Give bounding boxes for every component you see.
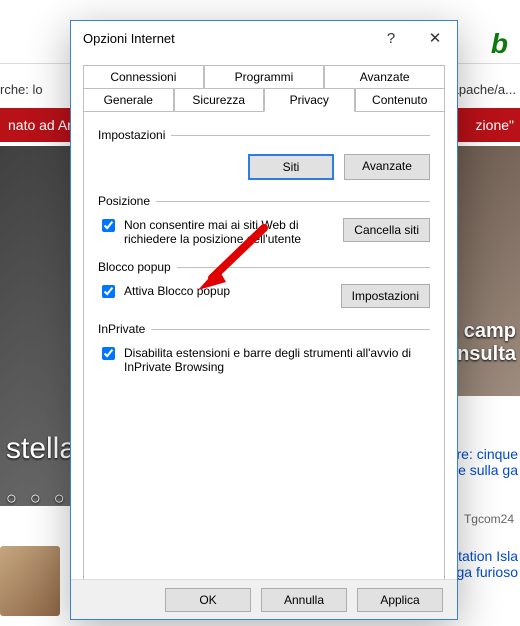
dialog-title: Opzioni Internet [83, 31, 175, 46]
tab-connessioni[interactable]: Connessioni [83, 65, 204, 88]
annulla-button[interactable]: Annulla [261, 588, 347, 612]
section-posizione: Posizione Non consentire mai ai siti Web… [98, 194, 430, 246]
sidebar-source: Tgcom24 [464, 512, 514, 526]
internet-options-dialog: Opzioni Internet ? ✕ Connessioni Program… [70, 20, 458, 620]
section-blocco-popup: Blocco popup Attiva Blocco popup Imposta… [98, 260, 430, 308]
tab-sicurezza[interactable]: Sicurezza [174, 88, 265, 112]
inprivate-checkbox-label: Disabilita estensioni e barre degli stru… [124, 346, 430, 374]
tab-panel: Impostazioni Siti Avanzate Posizione Non… [83, 112, 445, 610]
siti-button[interactable]: Siti [248, 154, 334, 180]
thumbnail [0, 546, 60, 616]
applica-button[interactable]: Applica [357, 588, 443, 612]
legend-posizione: Posizione [98, 194, 156, 208]
red-bar-right: zione" [476, 108, 514, 142]
legend-blocco: Blocco popup [98, 260, 177, 274]
tab-generale[interactable]: Generale [83, 88, 174, 112]
bing-logo: b [491, 28, 508, 60]
sidebar-link-2[interactable]: ptation Isla nga furioso [449, 548, 518, 580]
search-label-fragment: rche: lo [0, 82, 43, 97]
section-impostazioni: Impostazioni Siti Avanzate [98, 128, 430, 180]
posizione-checkbox-label: Non consentire mai ai siti Web di richie… [124, 218, 335, 246]
tab-programmi[interactable]: Programmi [204, 65, 325, 88]
blocco-checkbox[interactable] [102, 285, 115, 298]
help-button[interactable]: ? [369, 22, 413, 54]
ok-button[interactable]: OK [165, 588, 251, 612]
legend-inprivate: InPrivate [98, 322, 151, 336]
posizione-checkbox[interactable] [102, 219, 115, 232]
close-button[interactable]: ✕ [413, 22, 457, 54]
red-bar-left: nato ad Ar [8, 117, 72, 133]
inprivate-checkbox[interactable] [102, 347, 115, 360]
dialog-button-bar: OK Annulla Applica [71, 579, 457, 619]
section-inprivate: InPrivate Disabilita estensioni e barre … [98, 322, 430, 374]
avanzate-button[interactable]: Avanzate [344, 154, 430, 180]
tab-row-lower: Generale Sicurezza Privacy Contenuto [83, 88, 445, 112]
url-fragment: /apache/a... [448, 82, 516, 97]
legend-impostazioni: Impostazioni [98, 128, 171, 142]
tab-avanzate[interactable]: Avanzate [324, 65, 445, 88]
tab-contenuto[interactable]: Contenuto [355, 88, 446, 112]
tab-row-upper: Connessioni Programmi Avanzate [83, 65, 445, 88]
titlebar: Opzioni Internet ? ✕ [71, 21, 457, 55]
hero-left-text: stella [6, 432, 76, 466]
blocco-impostazioni-button[interactable]: Impostazioni [341, 284, 430, 308]
tab-privacy[interactable]: Privacy [264, 88, 355, 112]
cancella-siti-button[interactable]: Cancella siti [343, 218, 430, 242]
blocco-checkbox-label: Attiva Blocco popup [124, 284, 230, 298]
